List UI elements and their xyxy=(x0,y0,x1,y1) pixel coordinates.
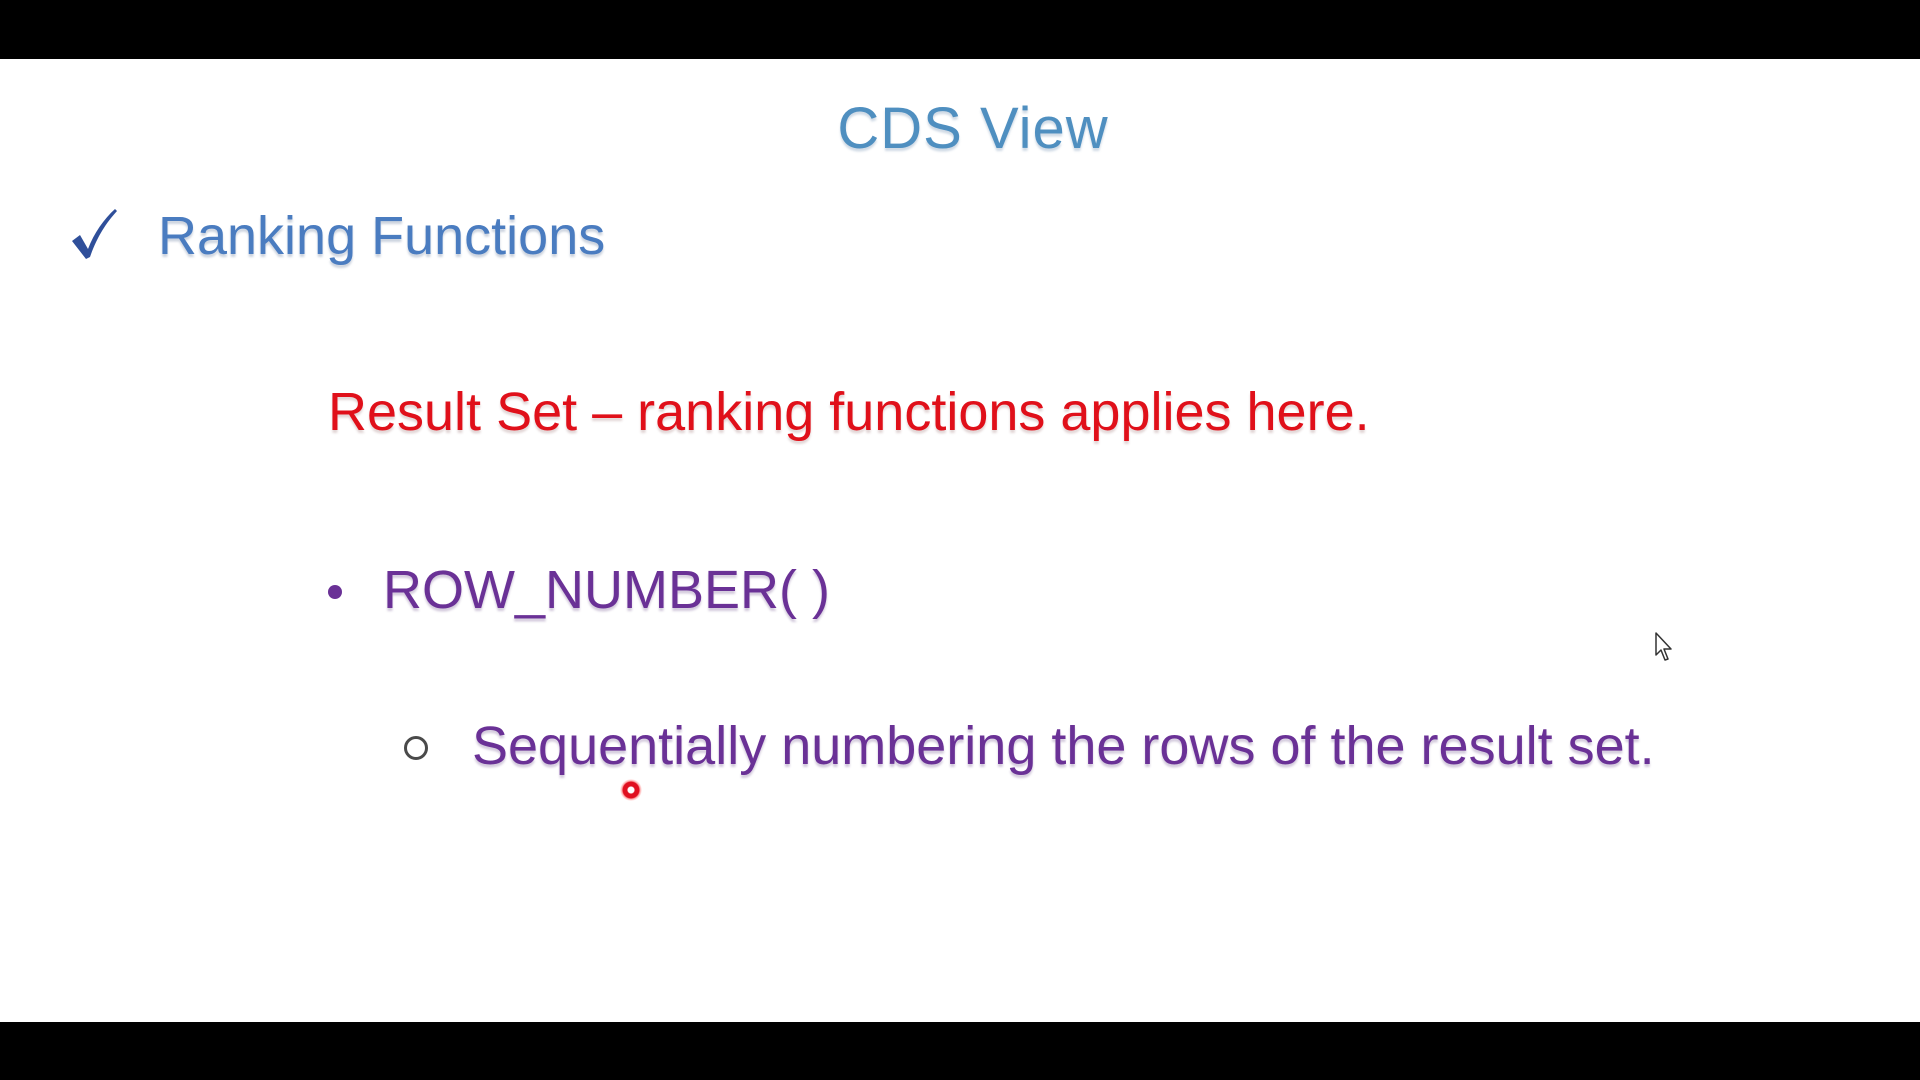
bullet-dot-icon xyxy=(328,585,342,599)
letterbox-top xyxy=(0,0,1920,59)
letterbox-bottom xyxy=(0,1022,1920,1080)
hollow-circle-bullet-icon xyxy=(404,736,428,760)
section-heading: Ranking Functions xyxy=(158,206,606,266)
mouse-cursor-icon xyxy=(1655,632,1672,661)
sub-bullet-text: Sequentially numbering the rows of the r… xyxy=(472,716,1655,776)
laser-pointer-icon xyxy=(620,779,642,801)
result-set-line: Result Set – ranking functions applies h… xyxy=(328,382,1370,442)
slide-title: CDS View xyxy=(837,96,1109,161)
bullet-text: ROW_NUMBER( ) xyxy=(383,560,830,620)
check-icon xyxy=(72,209,117,259)
presentation-slide: CDS View Ranking Functions Result Set – … xyxy=(0,59,1920,1022)
